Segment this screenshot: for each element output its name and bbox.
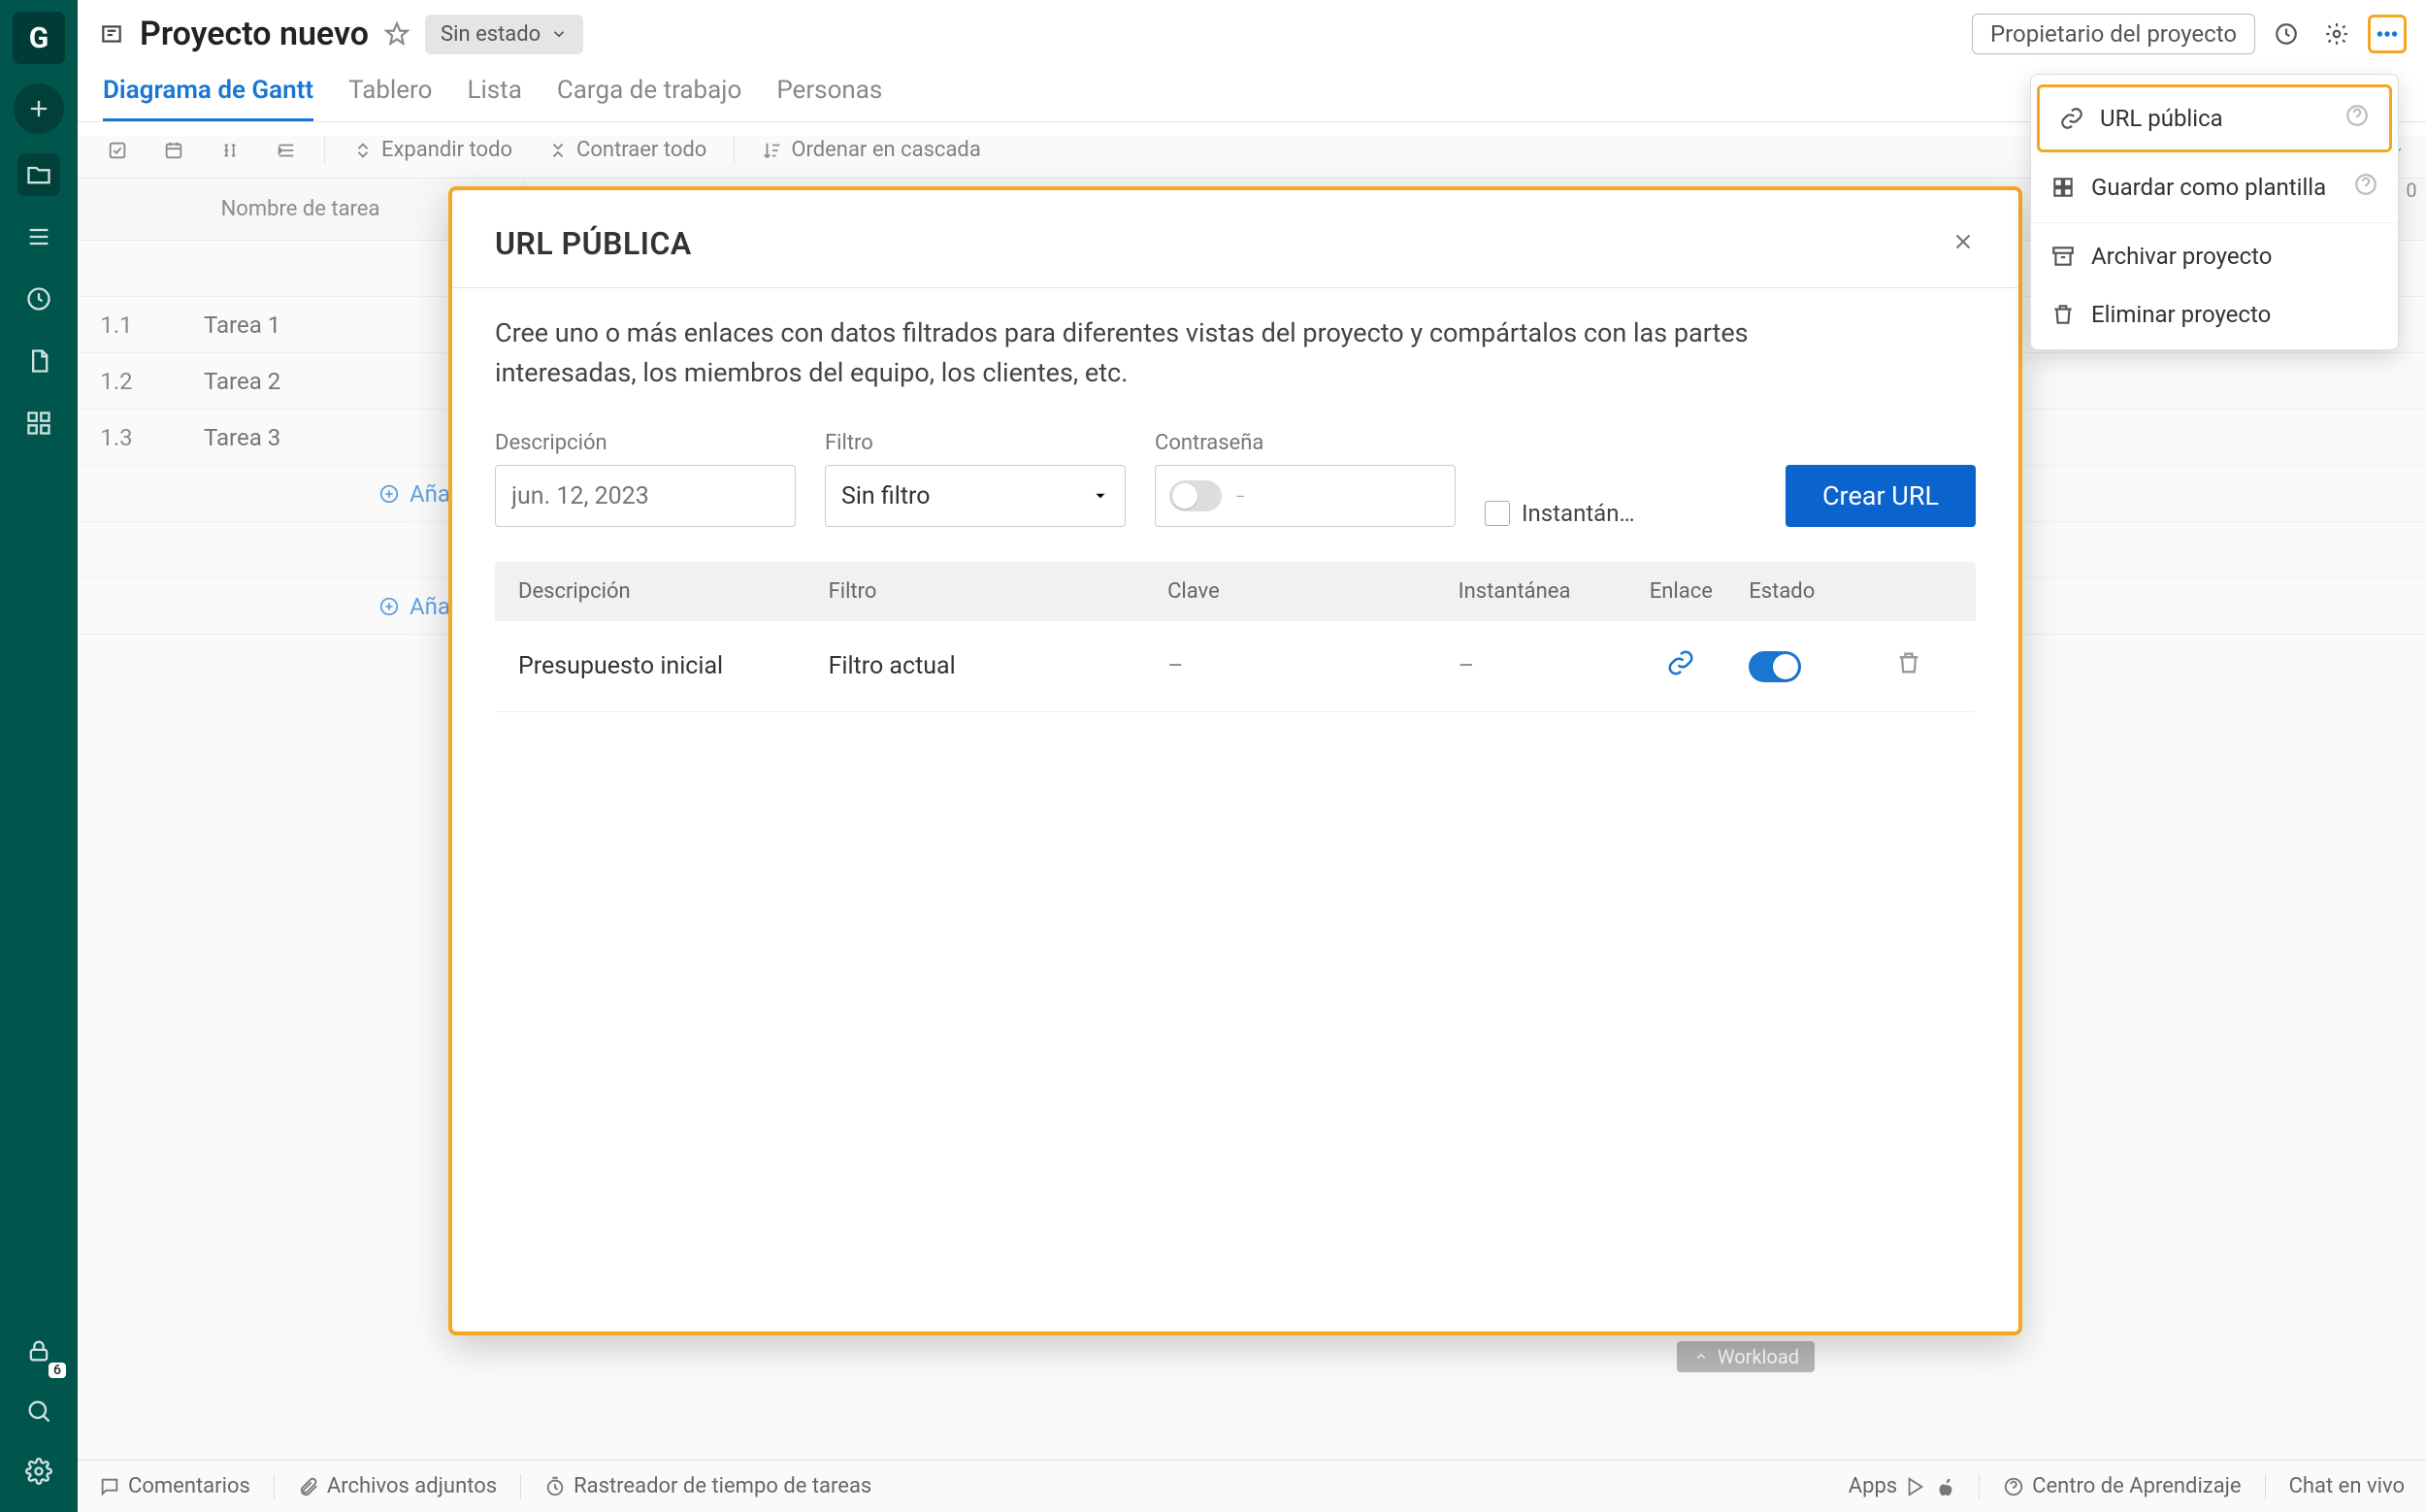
collapse-all-button[interactable]: Contraer todo (540, 134, 714, 166)
archive-icon (2050, 244, 2076, 269)
header: Proyecto nuevo Sin estado Propietario de… (78, 0, 2426, 60)
history-icon[interactable] (2267, 15, 2306, 53)
lock-badge: 6 (49, 1363, 66, 1378)
lock-icon[interactable]: 6 (17, 1330, 60, 1372)
trash-icon (1895, 649, 1922, 676)
checkbox-tool-icon[interactable] (99, 136, 136, 165)
favorite-star-icon[interactable] (382, 19, 411, 49)
app-logo: G (13, 12, 65, 64)
project-more-menu: URL pública Guardar como plantilla Archi… (2030, 74, 2399, 350)
reports-icon[interactable] (17, 340, 60, 382)
field-label-description: Descripción (495, 431, 796, 455)
status-label: Sin estado (441, 22, 541, 47)
projects-icon[interactable] (17, 153, 60, 196)
project-icon (97, 19, 126, 49)
attachments-button[interactable]: Archivos adjuntos (298, 1474, 497, 1498)
dashboard-icon[interactable] (17, 402, 60, 444)
create-url-button[interactable]: Crear URL (1786, 465, 1976, 527)
help-icon[interactable] (2353, 172, 2378, 203)
modal-description: Cree uno o más enlaces con datos filtrad… (495, 313, 1853, 392)
play-store-icon (1905, 1476, 1926, 1497)
calendar-tool-icon[interactable] (155, 136, 192, 165)
snapshot-checkbox[interactable]: Instantán… (1485, 500, 1635, 527)
menu-delete-project[interactable]: Eliminar proyecto (2031, 285, 2398, 344)
menu-save-template[interactable]: Guardar como plantilla (2031, 156, 2398, 218)
row-filter: Filtro actual (829, 652, 1168, 680)
menu-archive-project[interactable]: Archivar proyecto (2031, 227, 2398, 285)
menu-public-url[interactable]: URL pública (2037, 84, 2392, 152)
help-icon[interactable] (2344, 103, 2370, 134)
password-placeholder: – (1235, 487, 1246, 506)
hierarchy-tool-icon[interactable] (212, 136, 248, 165)
url-table-row: Presupuesto inicial Filtro actual – – (495, 621, 1976, 712)
tab-workload[interactable]: Carga de trabajo (557, 66, 741, 121)
public-url-modal: URL PÚBLICA Cree uno o más enlaces con d… (448, 186, 2022, 1335)
link-icon (1666, 648, 1695, 677)
row-status-toggle[interactable] (1749, 651, 1875, 682)
apple-icon (1934, 1476, 1955, 1497)
settings-icon[interactable] (17, 1450, 60, 1493)
project-owner-button[interactable]: Propietario del proyecto (1972, 14, 2255, 54)
password-toggle[interactable] (1169, 480, 1222, 511)
gear-icon[interactable] (2317, 15, 2356, 53)
indent-tool-icon[interactable] (268, 136, 305, 165)
more-menu-button[interactable] (2368, 15, 2407, 53)
expand-all-button[interactable]: Expandir todo (344, 134, 520, 166)
tab-list[interactable]: Lista (467, 66, 521, 121)
link-icon (2059, 106, 2084, 131)
row-link-button[interactable] (1623, 648, 1749, 684)
row-description: Presupuesto inicial (518, 652, 829, 680)
tab-board[interactable]: Tablero (348, 66, 432, 121)
close-button[interactable] (1951, 229, 1976, 258)
apps-button[interactable]: Apps (1849, 1474, 1955, 1498)
search-icon[interactable] (17, 1390, 60, 1432)
bottom-bar: Comentarios Archivos adjuntos Rastreador… (78, 1460, 2426, 1512)
tab-people[interactable]: Personas (776, 66, 882, 121)
row-delete-button[interactable] (1875, 649, 1952, 683)
time-tracker-button[interactable]: Rastreador de tiempo de tareas (544, 1474, 871, 1498)
list-icon[interactable] (17, 215, 60, 258)
field-label-password: Contraseña (1155, 431, 1456, 455)
trash-icon (2050, 302, 2076, 327)
field-label-filter: Filtro (825, 431, 1126, 455)
filter-select[interactable]: Sin filtro (825, 465, 1126, 527)
close-icon (1951, 229, 1976, 254)
time-icon[interactable] (17, 278, 60, 320)
modal-title: URL PÚBLICA (495, 225, 692, 262)
description-input[interactable] (495, 465, 796, 527)
workload-pill[interactable]: Workload (1677, 1341, 1815, 1372)
url-table-header: Descripción Filtro Clave Instantánea Enl… (495, 562, 1976, 621)
project-title: Proyecto nuevo (140, 15, 369, 53)
template-icon (2050, 175, 2076, 200)
password-box: – (1155, 465, 1456, 527)
row-key: – (1167, 652, 1459, 680)
left-rail: G 6 (0, 0, 78, 1512)
tab-gantt[interactable]: Diagrama de Gantt (103, 66, 313, 121)
live-chat-button[interactable]: Chat en vivo (2289, 1474, 2405, 1498)
cascade-sort-button[interactable]: Ordenar en cascada (754, 134, 988, 166)
comments-button[interactable]: Comentarios (99, 1474, 250, 1498)
learning-center-button[interactable]: Centro de Aprendizaje (2003, 1474, 2241, 1498)
chevron-down-icon (1092, 487, 1109, 505)
project-status-select[interactable]: Sin estado (425, 15, 583, 54)
row-snapshot: – (1459, 652, 1623, 680)
create-button[interactable] (14, 83, 64, 134)
